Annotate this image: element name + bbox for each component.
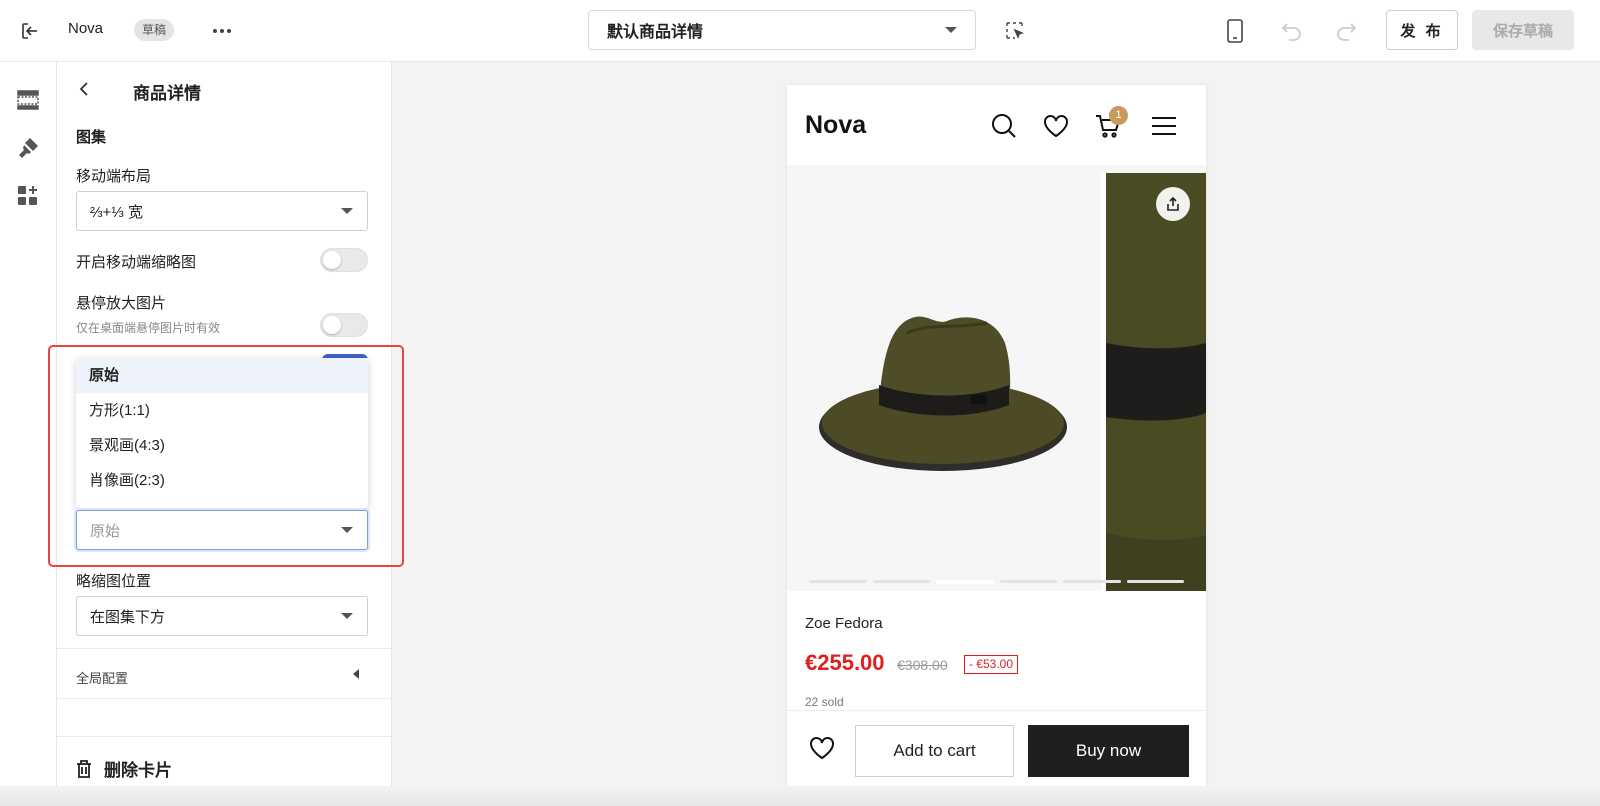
product-price: €255.00 xyxy=(805,650,885,675)
gallery-main-image[interactable] xyxy=(787,173,1101,591)
back-icon[interactable] xyxy=(73,78,95,100)
panel-title: 商品详情 xyxy=(133,84,201,103)
cart-icon[interactable]: 1 xyxy=(1091,106,1128,143)
chevron-left-icon[interactable] xyxy=(353,669,359,679)
wishlist-heart-icon[interactable] xyxy=(805,731,839,765)
mobile-thumbs-label: 开启移动端缩略图 xyxy=(76,254,197,271)
exit-editor-icon[interactable] xyxy=(16,17,44,45)
gallery-dot-active[interactable] xyxy=(936,580,994,584)
original-price: €308.00 xyxy=(897,657,948,673)
gallery-dot[interactable] xyxy=(809,580,867,583)
add-to-cart-button[interactable]: Add to cart xyxy=(855,725,1014,777)
divider xyxy=(57,648,392,649)
template-select-label: 默认商品详情 xyxy=(607,24,704,41)
header-separator xyxy=(787,165,1206,173)
chevron-down-icon xyxy=(341,613,353,619)
highlight-annotation xyxy=(48,345,404,567)
hover-zoom-toggle[interactable] xyxy=(320,313,368,337)
mobile-layout-select[interactable]: ⅔+⅓ 宽 xyxy=(76,191,368,231)
sold-count: 22 sold xyxy=(805,695,844,709)
add-apps-icon[interactable] xyxy=(14,182,42,210)
buy-now-button[interactable]: Buy now xyxy=(1028,725,1189,777)
more-options-icon[interactable] xyxy=(208,17,236,45)
gallery-dot[interactable] xyxy=(1126,580,1184,583)
section-layout-icon[interactable] xyxy=(14,86,42,114)
search-icon[interactable] xyxy=(987,109,1021,143)
thumb-position-select[interactable]: 在图集下方 xyxy=(76,596,368,636)
mobile-preview-icon[interactable] xyxy=(1222,16,1248,46)
store-logo[interactable]: Nova xyxy=(805,111,866,140)
mobile-layout-value: ⅔+⅓ 宽 xyxy=(90,203,143,221)
divider xyxy=(57,736,392,737)
chevron-down-icon xyxy=(945,27,957,33)
mobile-thumbs-toggle[interactable] xyxy=(320,248,368,272)
hat-closeup-image xyxy=(1106,173,1206,591)
delete-card-label: 删除卡片 xyxy=(104,761,172,780)
template-select[interactable]: 默认商品详情 xyxy=(588,10,976,50)
publish-button[interactable]: 发 布 xyxy=(1386,10,1458,50)
hover-zoom-label: 悬停放大图片 xyxy=(76,295,167,312)
share-icon[interactable] xyxy=(1156,187,1190,221)
top-bar: Nova 草稿 默认商品详情 发 布 保存草稿 xyxy=(0,0,1600,62)
discount-badge: - €53.00 xyxy=(964,655,1019,674)
menu-icon[interactable] xyxy=(1147,109,1181,143)
window-bottom-edge xyxy=(0,786,1600,806)
redo-icon[interactable] xyxy=(1332,17,1360,45)
gallery-next-image[interactable] xyxy=(1106,173,1206,591)
draft-badge: 草稿 xyxy=(134,19,175,41)
theme-brush-icon[interactable] xyxy=(14,134,42,162)
chevron-down-icon xyxy=(341,208,353,214)
hover-zoom-hint: 仅在桌面端悬停图片时有效 xyxy=(76,321,221,335)
heart-icon[interactable] xyxy=(1039,109,1073,143)
fedora-hat-image xyxy=(819,316,1067,471)
product-name: Zoe Fedora xyxy=(805,615,883,632)
cart-count-badge: 1 xyxy=(1109,106,1128,125)
gallery-dot[interactable] xyxy=(1063,580,1121,583)
undo-icon[interactable] xyxy=(1278,17,1306,45)
gallery-dot[interactable] xyxy=(872,580,930,583)
trash-icon xyxy=(77,759,91,778)
section-title: 图集 xyxy=(76,129,107,146)
gallery-dot[interactable] xyxy=(999,580,1057,583)
thumb-position-label: 略缩图位置 xyxy=(76,573,152,590)
gallery-pagination xyxy=(809,580,1184,584)
thumb-position-value: 在图集下方 xyxy=(90,608,166,626)
global-config-label[interactable]: 全局配置 xyxy=(76,668,128,687)
save-draft-button[interactable]: 保存草稿 xyxy=(1472,10,1574,50)
delete-card-button[interactable]: 删除卡片 xyxy=(76,756,172,781)
select-element-icon[interactable] xyxy=(1002,18,1028,44)
mobile-layout-label: 移动端布局 xyxy=(76,168,152,185)
store-name: Nova xyxy=(68,20,104,37)
divider xyxy=(57,698,392,699)
mobile-preview: Nova 1 Zoe Fedora €255.00 €308.00 - €53.… xyxy=(787,85,1206,788)
